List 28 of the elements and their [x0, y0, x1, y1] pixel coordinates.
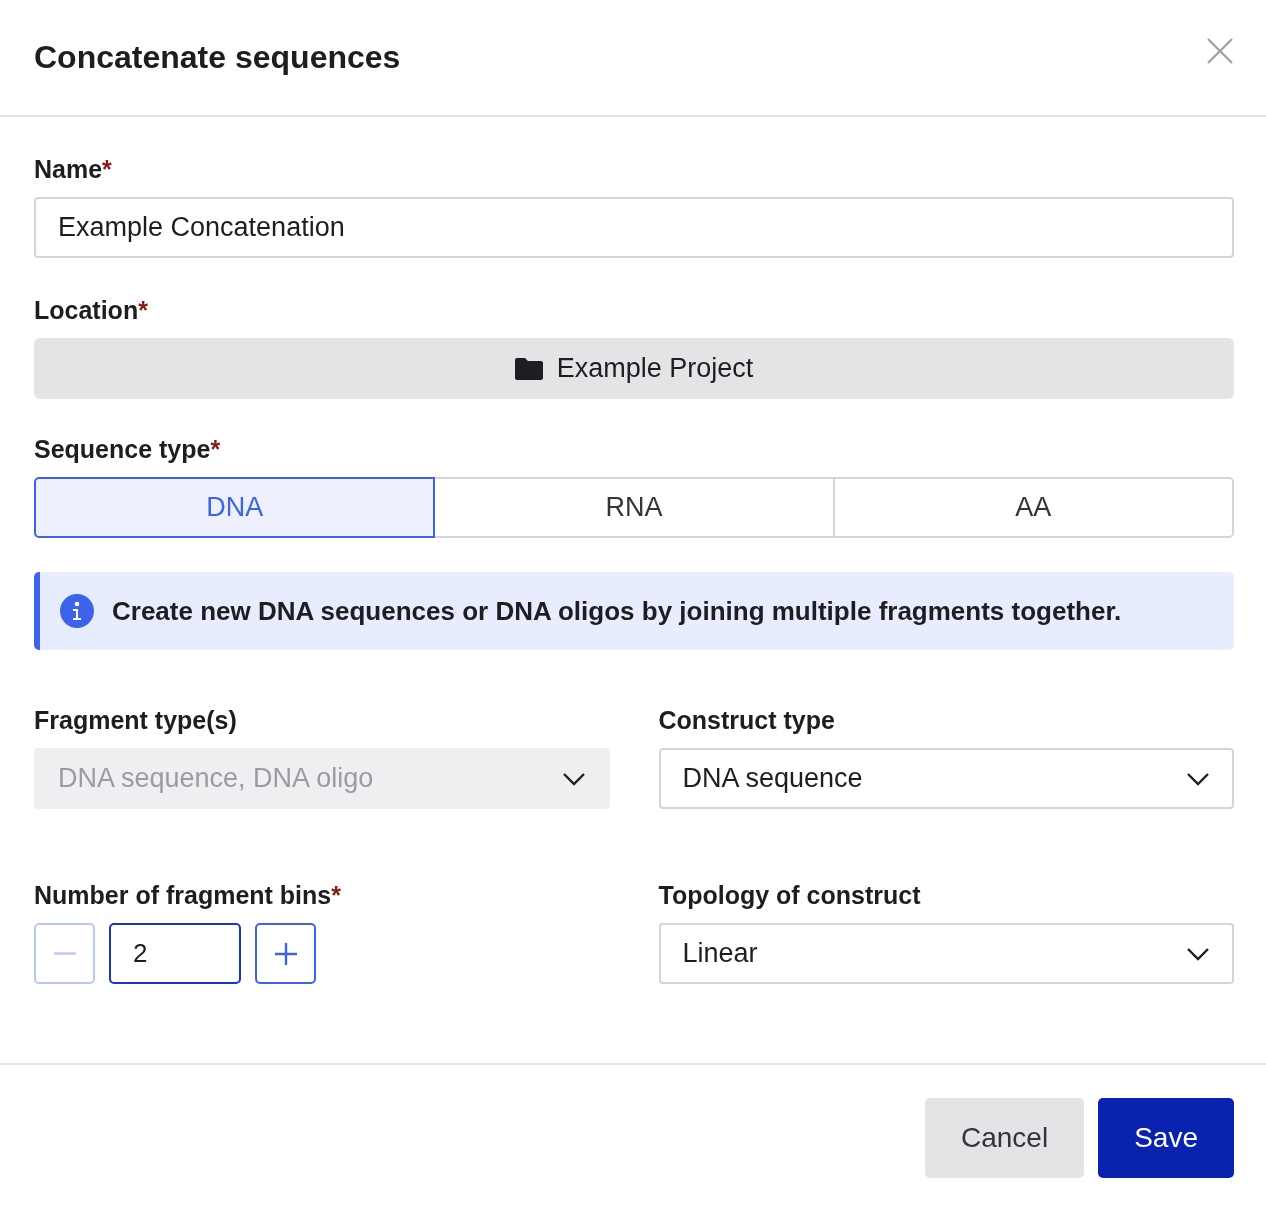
bins-field[interactable]: 2	[109, 923, 241, 984]
chevron-down-icon	[1186, 946, 1210, 961]
field-label: Name*	[34, 155, 113, 184]
cancel-button[interactable]: Cancel	[925, 1097, 1085, 1178]
field-label: Number of fragment bins*	[34, 881, 342, 910]
field-label: Fragment type(s)	[34, 706, 238, 735]
save-button[interactable]: Save	[1098, 1097, 1234, 1178]
chevron-down-icon	[1186, 771, 1210, 786]
minus-icon	[52, 952, 77, 955]
field-label: Construct type	[658, 706, 836, 735]
field-label: Sequence type*	[34, 435, 222, 464]
field-label: Location*	[34, 296, 149, 325]
sequence-type-tab[interactable]: AA	[832, 477, 1234, 538]
field-label: Topology of construct	[658, 881, 922, 910]
close-icon[interactable]	[1206, 36, 1234, 65]
increment-button[interactable]	[255, 923, 316, 984]
folder-icon	[514, 357, 543, 380]
dialog-title: Concatenate sequences	[34, 39, 401, 76]
info-icon	[60, 594, 94, 628]
name-field[interactable]: Example Concatenation	[34, 197, 1234, 258]
construct-type-select[interactable]: DNA sequence	[658, 748, 1234, 809]
plus-icon	[273, 941, 298, 966]
info-text: Create new DNA sequences or DNA oligos by joining multiple fragments together.	[112, 595, 1122, 627]
sequence-type-tab[interactable]: RNA	[433, 477, 835, 538]
chevron-down-icon	[561, 771, 586, 786]
sequence-type-tab[interactable]: DNA	[34, 477, 436, 538]
topology-select[interactable]: Linear	[658, 923, 1234, 984]
location-button[interactable]: Example Project	[34, 338, 1234, 399]
